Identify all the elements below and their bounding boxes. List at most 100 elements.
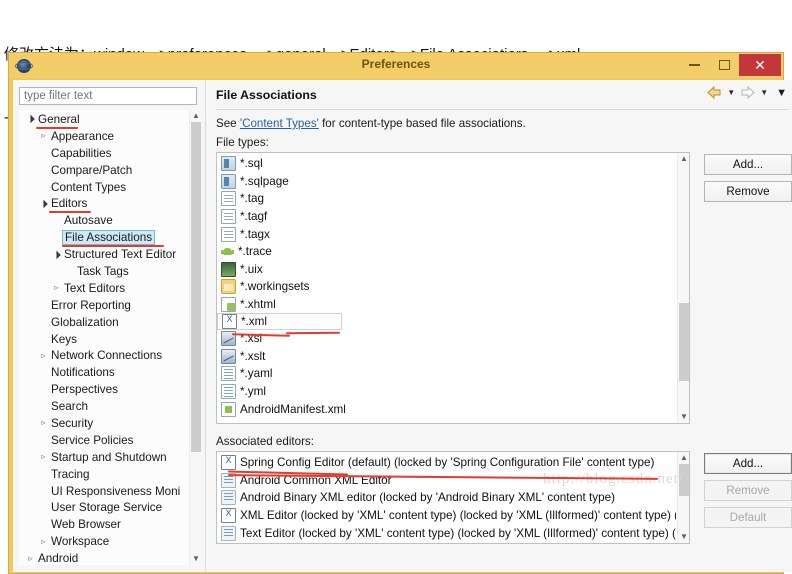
preferences-sidebar: ◢General▹Appearance Capabilities Compare… bbox=[13, 80, 205, 572]
content-types-link[interactable]: 'Content Types' bbox=[240, 117, 319, 130]
folder-icon bbox=[221, 279, 236, 295]
list-item[interactable]: *.xsl bbox=[217, 330, 676, 348]
list-item[interactable]: Android Common XML Editor bbox=[217, 472, 676, 490]
tree-scrollbar[interactable]: ▲ ▼ bbox=[189, 110, 201, 565]
list-item[interactable]: AndroidManifest.xml bbox=[217, 400, 676, 418]
sidebar-item-web-browser[interactable]: Web Browser bbox=[19, 516, 189, 533]
sidebar-item-label: Android bbox=[38, 552, 79, 565]
sidebar-item-android[interactable]: ▹ Android bbox=[19, 550, 189, 565]
sidebar-item-security[interactable]: ▹ Security bbox=[19, 415, 189, 432]
collapsed-arrow-icon[interactable]: ▹ bbox=[25, 554, 36, 563]
sidebar-item-error-reporting[interactable]: Error Reporting bbox=[19, 297, 189, 314]
preferences-tree[interactable]: ◢ General ▹ Appearance Capabilities Compare… bbox=[19, 110, 201, 565]
tree-scroll-up-icon[interactable]: ▲ bbox=[190, 110, 201, 122]
list-item[interactable]: XML Editor (locked by 'XML' content type… bbox=[217, 507, 676, 525]
editors-default-button: Default bbox=[704, 507, 792, 528]
sidebar-item-notifications[interactable]: Notifications bbox=[19, 364, 189, 381]
sidebar-item-workspace[interactable]: ▹ Workspace bbox=[19, 533, 189, 550]
list-item-label: *.workingsets bbox=[240, 280, 310, 294]
editors-scrollbar[interactable]: ▲ ▼ bbox=[677, 452, 689, 543]
list-item[interactable]: *.tagf bbox=[217, 208, 676, 226]
no-arrow-spacer bbox=[38, 318, 49, 326]
collapsed-arrow-icon[interactable]: ▹ bbox=[51, 284, 62, 292]
tree-scroll-thumb[interactable] bbox=[191, 122, 201, 452]
file-types-list[interactable]: *.sql *.sqlpage *.tag *.tagf *.tagx *.trace *.… bbox=[216, 152, 690, 424]
sidebar-item-label: Appearance bbox=[51, 129, 115, 143]
sidebar-item-perspectives[interactable]: Perspectives bbox=[19, 381, 189, 398]
sidebar-item-globalization[interactable]: Globalization bbox=[19, 314, 189, 331]
sidebar-item-network-connections[interactable]: ▹ Network Connections bbox=[19, 347, 189, 364]
list-item[interactable]: Spring Web Flow XML Editor (locked by 'S… bbox=[217, 542, 676, 543]
associated-editors-row: Spring Config Editor (default) (locked b… bbox=[214, 451, 792, 544]
list-item[interactable]: *.tagx bbox=[217, 225, 676, 243]
list-item[interactable]: Text Editor (locked by 'XML' content typ… bbox=[217, 524, 676, 542]
file-types-scrollbar[interactable]: ▲ ▼ bbox=[677, 153, 689, 423]
sidebar-item-ui-responsiveness-moni[interactable]: UI Responsiveness Moni bbox=[19, 483, 189, 500]
sidebar-item-startup-and-shutdown[interactable]: ▹ Startup and Shutdown bbox=[19, 449, 189, 466]
forward-button[interactable] bbox=[740, 86, 755, 99]
sidebar-item-keys[interactable]: Keys bbox=[19, 331, 189, 348]
forward-arrow-icon bbox=[741, 86, 755, 99]
sidebar-item-structured-text-editor[interactable]: ◢ Structured Text Editor bbox=[19, 246, 189, 263]
dialog-titlebar[interactable]: Preferences ✕ bbox=[9, 53, 783, 78]
editors-scroll-down-icon[interactable]: ▼ bbox=[678, 531, 689, 543]
no-arrow-spacer bbox=[38, 183, 49, 191]
no-arrow-spacer bbox=[38, 369, 49, 377]
editors-scroll-up-icon[interactable]: ▲ bbox=[678, 452, 689, 464]
sidebar-item-general[interactable]: ◢ General bbox=[19, 111, 189, 129]
list-item[interactable]: *.yml bbox=[217, 383, 676, 401]
back-dropdown-icon[interactable]: ▼ bbox=[724, 88, 738, 97]
back-button[interactable] bbox=[707, 86, 722, 99]
list-item-label: *.sql bbox=[240, 157, 263, 171]
list-item[interactable]: Spring Config Editor (default) (locked b… bbox=[217, 454, 676, 472]
file-types-add-button[interactable]: Add... bbox=[704, 154, 792, 175]
collapsed-arrow-icon[interactable]: ▹ bbox=[38, 537, 49, 546]
sidebar-item-file-associations[interactable]: File Associations bbox=[19, 229, 189, 248]
list-item[interactable]: *.trace bbox=[217, 243, 676, 261]
sidebar-item-tracing[interactable]: Tracing bbox=[19, 466, 189, 483]
list-item[interactable]: *.xslt bbox=[217, 348, 676, 366]
editors-add-button[interactable]: Add... bbox=[704, 453, 792, 474]
sidebar-item-compare-patch[interactable]: Compare/Patch bbox=[19, 162, 189, 179]
filter-input[interactable] bbox=[19, 87, 197, 105]
list-item[interactable]: *.sqlpage bbox=[217, 173, 676, 191]
file-types-scroll-thumb[interactable] bbox=[679, 303, 689, 381]
list-item[interactable]: *.yaml bbox=[217, 365, 676, 383]
sidebar-item-capabilities[interactable]: Capabilities bbox=[19, 145, 189, 162]
minimize-icon[interactable] bbox=[679, 54, 709, 76]
editors-scroll-thumb[interactable] bbox=[679, 464, 689, 496]
forward-dropdown-icon[interactable]: ▼ bbox=[757, 88, 771, 97]
associated-editors-list[interactable]: Spring Config Editor (default) (locked b… bbox=[216, 451, 690, 544]
collapsed-arrow-icon[interactable]: ▹ bbox=[38, 351, 49, 360]
sidebar-item-search[interactable]: Search bbox=[19, 398, 189, 415]
sidebar-item-autosave[interactable]: Autosave bbox=[19, 212, 189, 229]
list-item[interactable]: *.tag bbox=[217, 190, 676, 208]
doc-file-icon bbox=[221, 191, 236, 207]
collapsed-arrow-icon[interactable]: ▹ bbox=[38, 453, 49, 461]
file-types-scroll-down-icon[interactable]: ▼ bbox=[678, 411, 689, 423]
sidebar-item-service-policies[interactable]: Service Policies bbox=[19, 432, 189, 449]
sidebar-item-label: Startup and Shutdown bbox=[51, 450, 167, 464]
no-arrow-spacer bbox=[38, 166, 49, 174]
sidebar-item-user-storage-service[interactable]: User Storage Service bbox=[19, 499, 189, 516]
page-title: File Associations bbox=[216, 88, 317, 102]
view-menu-icon[interactable]: ▼ bbox=[773, 87, 790, 99]
sidebar-item-editors[interactable]: ◢ Editors bbox=[19, 195, 189, 214]
maximize-icon[interactable] bbox=[709, 54, 739, 76]
collapsed-arrow-icon[interactable]: ▹ bbox=[38, 132, 49, 140]
sidebar-item-task-tags[interactable]: Task Tags bbox=[19, 263, 189, 280]
list-item[interactable]: *.workingsets bbox=[217, 278, 676, 296]
sidebar-item-content-types[interactable]: Content Types bbox=[19, 179, 189, 196]
list-item[interactable]: *.xml bbox=[217, 313, 342, 330]
tree-scroll-down-icon[interactable]: ▼ bbox=[190, 553, 201, 565]
list-item[interactable]: *.sql bbox=[217, 155, 676, 173]
list-item[interactable]: Android Binary XML editor (locked by 'An… bbox=[217, 489, 676, 507]
close-icon[interactable]: ✕ bbox=[739, 54, 781, 76]
sidebar-item-appearance[interactable]: ▹ Appearance bbox=[19, 128, 189, 145]
list-item[interactable]: *.uix bbox=[217, 261, 676, 279]
file-types-remove-button[interactable]: Remove bbox=[704, 181, 792, 202]
file-types-scroll-up-icon[interactable]: ▲ bbox=[678, 153, 689, 165]
collapsed-arrow-icon[interactable]: ▹ bbox=[38, 419, 49, 427]
list-item[interactable]: *.xhtml bbox=[217, 296, 676, 314]
sidebar-item-text-editors[interactable]: ▹ Text Editors bbox=[19, 280, 189, 297]
